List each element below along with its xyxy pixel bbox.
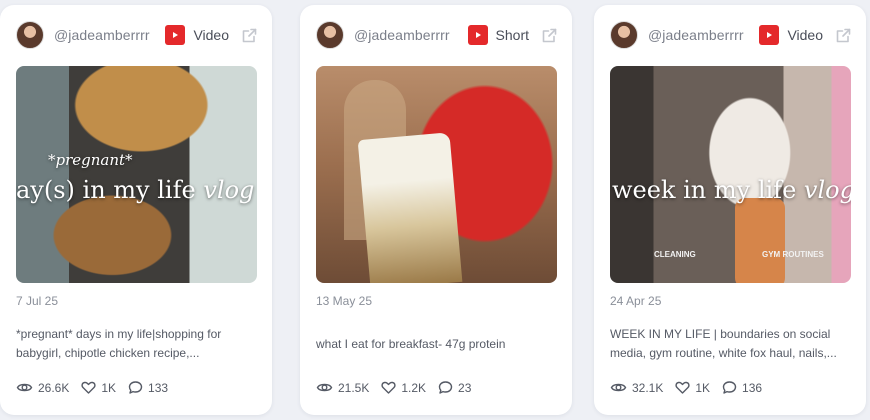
comment-icon [438,381,453,394]
comments-count: 133 [148,380,169,395]
card-header: @jadeamberrrr Video [610,20,852,50]
username[interactable]: @jadeamberrrr [54,27,150,43]
youtube-icon [165,25,186,45]
external-link-icon[interactable] [834,26,852,44]
heart-icon [675,381,690,394]
likes-stat: 1K [675,380,710,395]
comments-stat: 133 [128,380,168,395]
comments-count: 23 [458,380,472,395]
avatar[interactable] [610,21,638,49]
avatar[interactable] [16,21,44,49]
post-caption: *pregnant* days in my life|shopping for … [16,327,222,360]
post-date: 24 Apr 25 [610,294,662,308]
post-card[interactable]: @jadeamberrrr Short 13 May 25 what I eat… [300,5,572,415]
video-thumbnail[interactable]: week in my life vlog CLEANING GYM ROUTIN… [610,66,851,283]
comment-icon [722,381,737,394]
post-type-label: Short [495,27,529,43]
thumbnail-top-text: *pregnant* [48,151,133,169]
post-stats: 26.6K 1K 133 [16,379,180,396]
post-caption: what I eat for breakfast- 47g protein [316,337,506,351]
comment-icon [128,381,143,394]
post-caption: WEEK IN MY LIFE | boundaries on social m… [610,327,837,360]
eye-icon [16,383,33,392]
post-date: 13 May 25 [316,294,373,308]
views-count: 32.1K [632,380,664,395]
eye-icon [610,383,627,392]
card-header: @jadeamberrrr Short [316,20,558,50]
card-header: @jadeamberrrr Video [16,20,258,50]
post-stats: 32.1K 1K 136 [610,379,774,396]
thumbnail-title: ay(s) in my life vlog [16,176,255,204]
comments-stat: 136 [722,380,762,395]
comments-stat: 23 [438,380,471,395]
views-stat: 26.6K [16,379,69,396]
post-type-label: Video [193,27,229,43]
video-thumbnail[interactable]: *pregnant* ay(s) in my life vlog [16,66,257,283]
comments-count: 136 [742,380,763,395]
heart-icon [81,381,96,394]
views-count: 26.6K [38,380,70,395]
thumbnail-title: week in my life vlog [612,176,851,204]
thumbnail-label-right: GYM ROUTINES [762,250,824,259]
heart-icon [381,381,396,394]
avatar[interactable] [316,21,344,49]
views-stat: 21.5K [316,379,369,396]
thumbnail-label-left: CLEANING [654,250,696,259]
post-card[interactable]: @jadeamberrrr Video week in my life vlog… [594,5,866,415]
likes-count: 1K [695,380,711,395]
external-link-icon[interactable] [540,26,558,44]
post-card[interactable]: @jadeamberrrr Video *pregnant* ay(s) in … [0,5,272,415]
likes-count: 1.2K [401,380,427,395]
video-thumbnail[interactable] [316,66,557,283]
youtube-icon [467,25,488,45]
external-link-icon[interactable] [240,26,258,44]
post-type-label: Video [787,27,823,43]
eye-icon [316,383,333,392]
thumbnail-figure [735,198,785,283]
views-stat: 32.1K [610,379,663,396]
post-date: 7 Jul 25 [16,294,59,308]
username[interactable]: @jadeamberrrr [354,27,450,43]
post-stats: 21.5K 1.2K 23 [316,379,483,396]
views-count: 21.5K [338,380,370,395]
likes-count: 1K [101,380,117,395]
likes-stat: 1K [81,380,116,395]
likes-stat: 1.2K [381,380,426,395]
username[interactable]: @jadeamberrrr [648,27,744,43]
thumbnail-product [357,132,463,283]
youtube-icon [759,25,780,45]
